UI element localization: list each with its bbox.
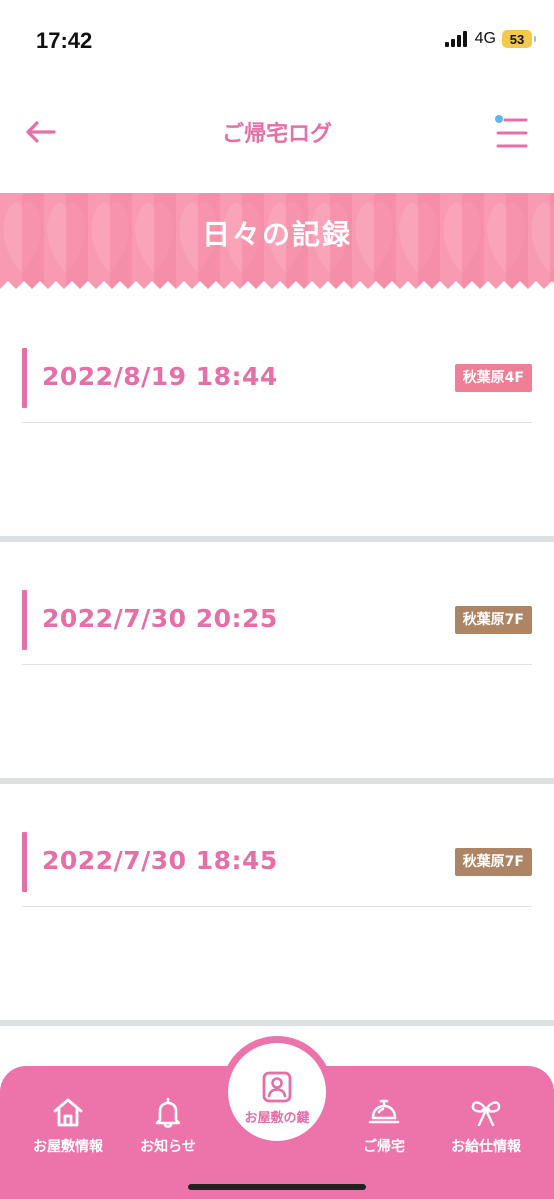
signal-icon: [444, 31, 467, 47]
tab-label: お知らせ: [140, 1139, 196, 1155]
tab-return-home[interactable]: ご帰宅: [334, 1096, 434, 1156]
section-banner: 日々の記録: [0, 193, 554, 301]
record-datetime: 2022/7/30 18:45: [42, 846, 278, 875]
house-icon: [53, 1098, 83, 1127]
tab-mansion-info[interactable]: お屋敷情報: [18, 1096, 118, 1156]
location-badge: 秋葉原7F: [454, 606, 532, 634]
record-row: 2022/7/30 20:25 秋葉原7F: [22, 590, 532, 665]
record-datetime: 2022/8/19 18:44: [42, 362, 278, 391]
center-button-label: お屋敷の鍵: [244, 1111, 310, 1126]
service-bell-icon: [368, 1099, 400, 1124]
accent-bar: [22, 590, 27, 650]
record-row: 2022/7/30 18:45 秋葉原7F: [22, 832, 532, 907]
battery-level: 53: [509, 31, 525, 47]
status-indicators: 4G 53: [444, 30, 536, 48]
key-card-icon: [262, 1071, 292, 1103]
bell-icon: [155, 1097, 181, 1128]
status-bar: 17:42 4G 53: [0, 0, 554, 80]
list-item[interactable]: 2022/7/30 20:25 秋葉原7F: [0, 542, 554, 784]
tab-label: お屋敷情報: [33, 1139, 103, 1155]
list-item[interactable]: 2022/7/30 18:45 秋葉原7F: [0, 784, 554, 1026]
record-datetime: 2022/7/30 20:25: [42, 604, 278, 633]
status-time: 17:42: [36, 28, 93, 53]
page-title: ご帰宅ログ: [221, 122, 332, 147]
tab-news[interactable]: お知らせ: [118, 1096, 218, 1156]
location-badge: 秋葉原4F: [454, 364, 532, 392]
location-badge: 秋葉原7F: [454, 848, 532, 876]
battery-icon: 53: [502, 30, 536, 48]
menu-icon: [495, 115, 528, 148]
list-item[interactable]: 2022/8/19 18:44 秋葉原4F: [0, 300, 554, 542]
mansion-key-button[interactable]: お屋敷の鍵: [221, 1036, 333, 1148]
record-list: 2022/8/19 18:44 秋葉原4F 2022/7/30 20:25 秋葉…: [0, 300, 554, 1026]
bow-icon: [471, 1101, 501, 1127]
tab-label: お給仕情報: [451, 1139, 521, 1155]
record-row: 2022/8/19 18:44 秋葉原4F: [22, 348, 532, 423]
home-indicator[interactable]: [188, 1184, 366, 1190]
tab-label: ご帰宅: [363, 1139, 405, 1155]
banner-title: 日々の記録: [201, 218, 352, 251]
accent-bar: [22, 832, 27, 892]
nav-header: ご帰宅ログ: [0, 100, 554, 164]
tab-service-info[interactable]: お給仕情報: [436, 1096, 536, 1156]
accent-bar: [22, 348, 27, 408]
menu-button[interactable]: [492, 114, 532, 150]
network-type: 4G: [474, 30, 496, 47]
